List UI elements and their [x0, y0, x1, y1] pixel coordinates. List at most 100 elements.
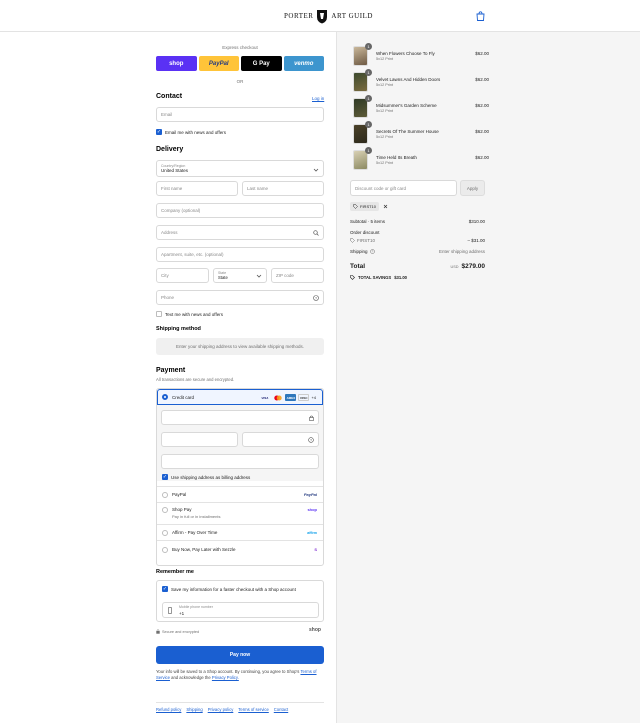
- last-name-field[interactable]: Last name: [242, 181, 324, 196]
- cart-item: 1 When Flowers Choose To Fly 5x12 Print …: [353, 43, 489, 68]
- billing-same-checkbox[interactable]: ✓: [162, 474, 168, 480]
- sezzle-radio[interactable]: [162, 546, 168, 553]
- sezzle-logo: S: [314, 547, 317, 552]
- text-me-checkbox-row[interactable]: Text me with news and offers: [156, 311, 223, 317]
- newsletter-checkbox[interactable]: ✓: [156, 129, 162, 135]
- card-number-field[interactable]: [161, 410, 319, 425]
- address-field[interactable]: Address: [156, 225, 324, 240]
- mobile-phone-field[interactable]: Mobile phone number +1: [162, 602, 319, 618]
- shipping-link[interactable]: Shipping: [186, 707, 202, 712]
- apartment-field[interactable]: Apartment, suite, etc. (optional): [156, 247, 324, 262]
- cart-item: 1 Velvet Lawns And Hidden Doors 5x12 Pri…: [353, 69, 489, 94]
- help-icon[interactable]: ?: [313, 295, 319, 301]
- discount-tag: FIRST10: [350, 202, 380, 211]
- terms-of-service-link[interactable]: Terms of service: [238, 707, 268, 712]
- mastercard-icon: [272, 394, 283, 401]
- cart-bag-icon[interactable]: [476, 11, 485, 21]
- shipping-value: Enter shipping address: [438, 249, 485, 254]
- email-field[interactable]: Email: [156, 107, 324, 122]
- security-code-field[interactable]: ?: [242, 432, 319, 447]
- refund-policy-link[interactable]: Refund policy: [156, 707, 181, 712]
- lock-icon: [309, 415, 314, 421]
- total-savings-value: $31.00: [394, 275, 408, 280]
- newsletter-checkbox-row[interactable]: ✓ Email me with news and offers: [156, 129, 226, 135]
- item-name: Secrets Of The Summer House: [376, 129, 439, 134]
- currency-code: USD: [450, 265, 459, 269]
- contact-heading: Contact: [156, 93, 183, 100]
- paypal-button[interactable]: PayPal: [198, 56, 239, 71]
- subtotal-row: Subtotal · 5 items $310.00: [350, 219, 485, 224]
- affirm-radio[interactable]: [162, 529, 168, 536]
- quantity-badge: 1: [365, 147, 372, 154]
- shop-pay-button[interactable]: shop: [156, 56, 197, 71]
- subtotal-value: $310.00: [468, 219, 485, 224]
- privacy-policy-link[interactable]: Privacy policy: [208, 707, 234, 712]
- shipping-method-placeholder: Enter your shipping address to view avai…: [156, 338, 324, 355]
- contact-link[interactable]: Contact: [274, 707, 288, 712]
- legal-text: Your info will be saved to a Shop accoun…: [156, 669, 324, 681]
- brand-left: PORTER: [284, 12, 314, 20]
- order-discount-row: Order discount: [350, 230, 485, 235]
- payment-option-paypal[interactable]: PayPal PayPal: [157, 486, 323, 502]
- payment-option-sezzle[interactable]: Buy Now, Pay Later with Sezzle S: [157, 540, 323, 558]
- credit-card-radio[interactable]: [162, 394, 168, 400]
- mobile-phone-prefix: +1: [179, 611, 185, 616]
- sezzle-label: Buy Now, Pay Later with Sezzle: [172, 547, 236, 552]
- subtotal-label: Subtotal · 5 items: [350, 219, 386, 224]
- brand-logo[interactable]: PORTER ART GUILD: [284, 8, 373, 24]
- paypal-logo: PayPal: [303, 492, 317, 497]
- text-me-label: Text me with news and offers: [165, 311, 223, 317]
- pay-now-button[interactable]: Pay now: [156, 646, 324, 664]
- legal-and: and acknowledge the: [171, 675, 211, 680]
- order-discount-label: Order discount: [350, 230, 380, 235]
- secure-label: Secure and encrypted: [162, 629, 200, 634]
- footer-links: Refund policy Shipping Privacy policy Te…: [156, 702, 324, 712]
- total-savings-label: TOTAL SAVINGS: [358, 275, 392, 280]
- save-info-checkbox[interactable]: ✓: [162, 586, 168, 592]
- state-select[interactable]: State State: [213, 268, 267, 283]
- company-field[interactable]: Company (optional): [156, 203, 324, 218]
- expiration-date-field[interactable]: [161, 432, 238, 447]
- item-price: $62.00: [475, 77, 489, 82]
- first-name-field[interactable]: First name: [156, 181, 238, 196]
- paypal-radio[interactable]: [162, 491, 168, 498]
- name-on-card-field[interactable]: [161, 454, 319, 469]
- help-icon[interactable]: ?: [308, 437, 314, 443]
- billing-same-row[interactable]: ✓ Use shipping address as billing addres…: [162, 474, 250, 480]
- item-name: Time Held Its Breath: [376, 155, 417, 160]
- payment-option-shop-pay[interactable]: Shop Pay Pay in full or in installments …: [157, 502, 323, 524]
- phone-field[interactable]: Phone ?: [156, 290, 324, 305]
- discount-code-field[interactable]: Discount code or gift card: [350, 180, 457, 196]
- save-info-row[interactable]: ✓ Save my information for a faster check…: [162, 586, 296, 592]
- zip-field[interactable]: ZIP code: [271, 268, 324, 283]
- shop-pay-radio[interactable]: [162, 507, 168, 513]
- chevron-down-icon: [256, 274, 262, 278]
- chevron-down-icon: [313, 168, 319, 172]
- card-brands: VISA AMEX DISC +4: [259, 394, 316, 401]
- shop-pay-logo: shop: [307, 507, 317, 512]
- credit-card-option[interactable]: Credit card VISA AMEX DISC +4: [157, 389, 323, 405]
- info-icon[interactable]: ?: [369, 249, 375, 254]
- secure-note: Secure and encrypted: [156, 629, 199, 634]
- text-me-checkbox[interactable]: [156, 311, 162, 317]
- discover-icon: DISC: [298, 394, 310, 401]
- apply-button[interactable]: Apply: [460, 180, 485, 196]
- express-checkout-buttons: shop PayPal G Pay venmo: [156, 56, 324, 71]
- newsletter-label: Email me with news and offers: [165, 129, 226, 135]
- google-pay-button[interactable]: G Pay: [241, 56, 282, 71]
- credit-card-form: ? ✓ Use shipping address as billing addr…: [157, 405, 323, 481]
- venmo-button[interactable]: venmo: [283, 56, 324, 71]
- item-price: $62.00: [475, 103, 489, 108]
- close-icon[interactable]: [383, 204, 388, 209]
- total-row: Total USD $279.00: [350, 263, 485, 270]
- payment-option-affirm[interactable]: Affirm - Pay Over Time affirm: [157, 524, 323, 540]
- city-field[interactable]: City: [156, 268, 209, 283]
- country-select[interactable]: Country/Region United States: [156, 160, 324, 177]
- quantity-badge: 1: [365, 69, 372, 76]
- shipping-label: Shipping: [350, 249, 368, 254]
- header: PORTER ART GUILD: [0, 0, 640, 32]
- login-link[interactable]: Log in: [312, 96, 324, 101]
- privacy-link[interactable]: Privacy Policy.: [212, 675, 239, 680]
- item-name: Velvet Lawns And Hidden Doors: [376, 77, 441, 82]
- affirm-logo: affirm: [307, 530, 317, 535]
